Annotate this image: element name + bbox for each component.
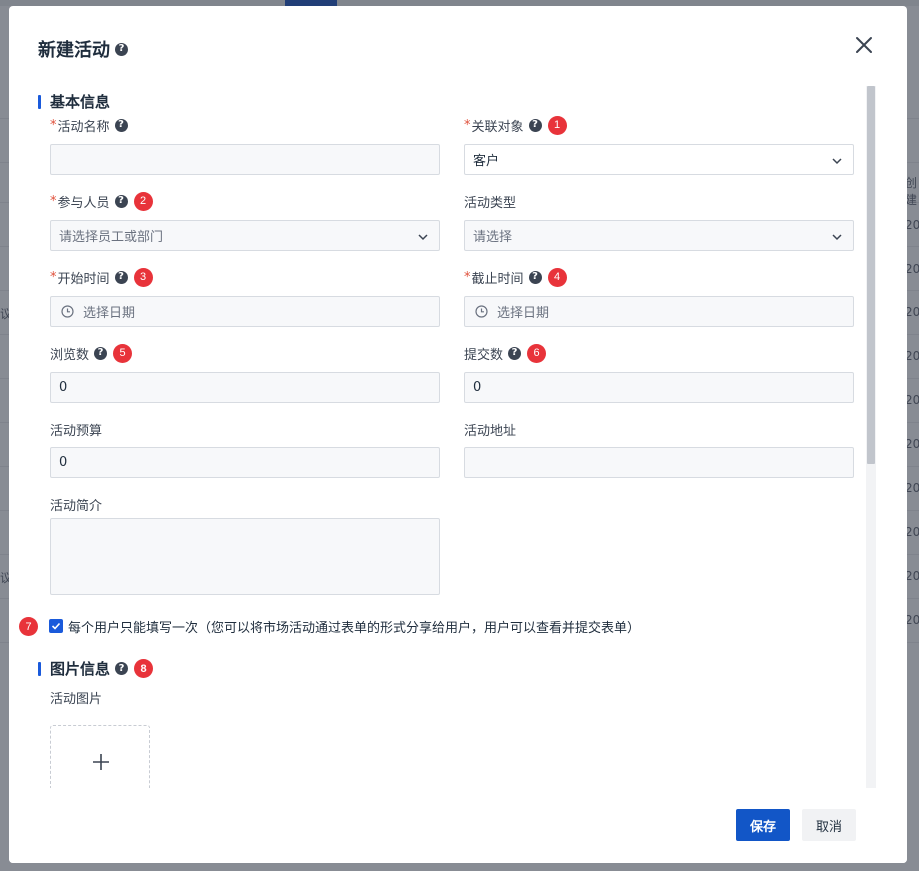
submissions-label: 提交数 ? 6 [464,343,547,363]
check-icon [51,622,61,630]
clock-icon [61,305,74,318]
dialog-title: 新建活动 ? [38,36,128,62]
start-time-placeholder: 选择日期 [83,306,136,321]
annotation-badge: 3 [133,267,153,287]
once-per-user-checkbox[interactable] [49,619,63,633]
participants-placeholder: 请选择员工或部门 [59,230,164,245]
participants-label: * 参与人员 ? 2 [50,191,153,211]
related-object-value: 客户 [473,154,500,169]
intro-textarea[interactable] [50,518,440,595]
start-time-label: * 开始时间 ? 3 [50,267,153,287]
save-button[interactable]: 保存 [736,809,790,841]
views-input[interactable] [50,372,440,403]
help-icon[interactable]: ? [115,662,129,675]
clock-icon [475,305,488,318]
chevron-down-icon [418,234,428,241]
annotation-badge: 2 [133,191,153,211]
dialog-header: 新建活动 ? [9,6,907,86]
annotation-badge: 1 [547,115,567,135]
help-icon[interactable]: ? [114,194,128,208]
help-icon[interactable]: ? [114,118,128,132]
help-icon[interactable]: ? [528,270,542,284]
new-activity-dialog: 新建活动 ? 基本信息 * 活动名称 ? * 关联对象 ? 1 客户 * 参与人… [9,6,907,863]
cancel-button[interactable]: 取消 [802,809,856,841]
chevron-down-icon [832,234,842,241]
plus-icon[interactable] [92,753,110,771]
once-per-user-label[interactable]: 每个用户只能填写一次（您可以将市场活动通过表单的形式分享给用户，用户可以查看并提… [68,616,640,636]
views-label: 浏览数 ? 5 [50,343,133,363]
help-icon[interactable]: ? [115,42,128,56]
related-object-select[interactable]: 客户 [464,144,854,175]
annotation-badge: 4 [547,267,567,287]
end-time-placeholder: 选择日期 [497,306,550,321]
section-title-images: 图片信息 ? 8 [38,658,154,679]
activity-type-label: 活动类型 [464,195,517,211]
end-time-label: * 截止时间 ? 4 [464,267,567,287]
activity-name-label: * 活动名称 ? [50,116,128,135]
close-icon[interactable] [853,34,875,56]
budget-input[interactable] [50,447,440,478]
address-label: 活动地址 [464,423,517,439]
start-time-picker[interactable]: 选择日期 [50,296,440,327]
help-icon[interactable]: ? [94,346,108,360]
help-icon[interactable]: ? [528,118,542,132]
help-icon[interactable]: ? [508,346,522,360]
participants-select[interactable]: 请选择员工或部门 [50,220,440,251]
end-time-picker[interactable]: 选择日期 [464,296,854,327]
address-input[interactable] [464,447,854,478]
section-bar [38,94,41,109]
activity-image-label: 活动图片 [50,691,103,707]
help-icon[interactable]: ? [114,270,128,284]
dialog-title-text: 新建活动 [38,40,110,61]
activity-type-select[interactable]: 请选择 [464,220,854,251]
annotation-badge: 5 [113,343,133,363]
scrollbar-thumb[interactable] [867,86,875,464]
annotation-badge: 8 [134,659,154,678]
intro-label: 活动简介 [50,498,103,514]
section-title-basic: 基本信息 [38,91,110,112]
section-bar [38,661,41,676]
annotation-badge: 7 [19,617,38,636]
activity-name-input[interactable] [50,144,440,175]
related-object-label: * 关联对象 ? 1 [464,115,567,135]
annotation-badge: 6 [527,343,547,363]
activity-type-placeholder: 请选择 [473,230,513,245]
budget-label: 活动预算 [50,423,103,439]
submissions-input[interactable] [464,372,854,403]
chevron-down-icon [832,158,842,165]
